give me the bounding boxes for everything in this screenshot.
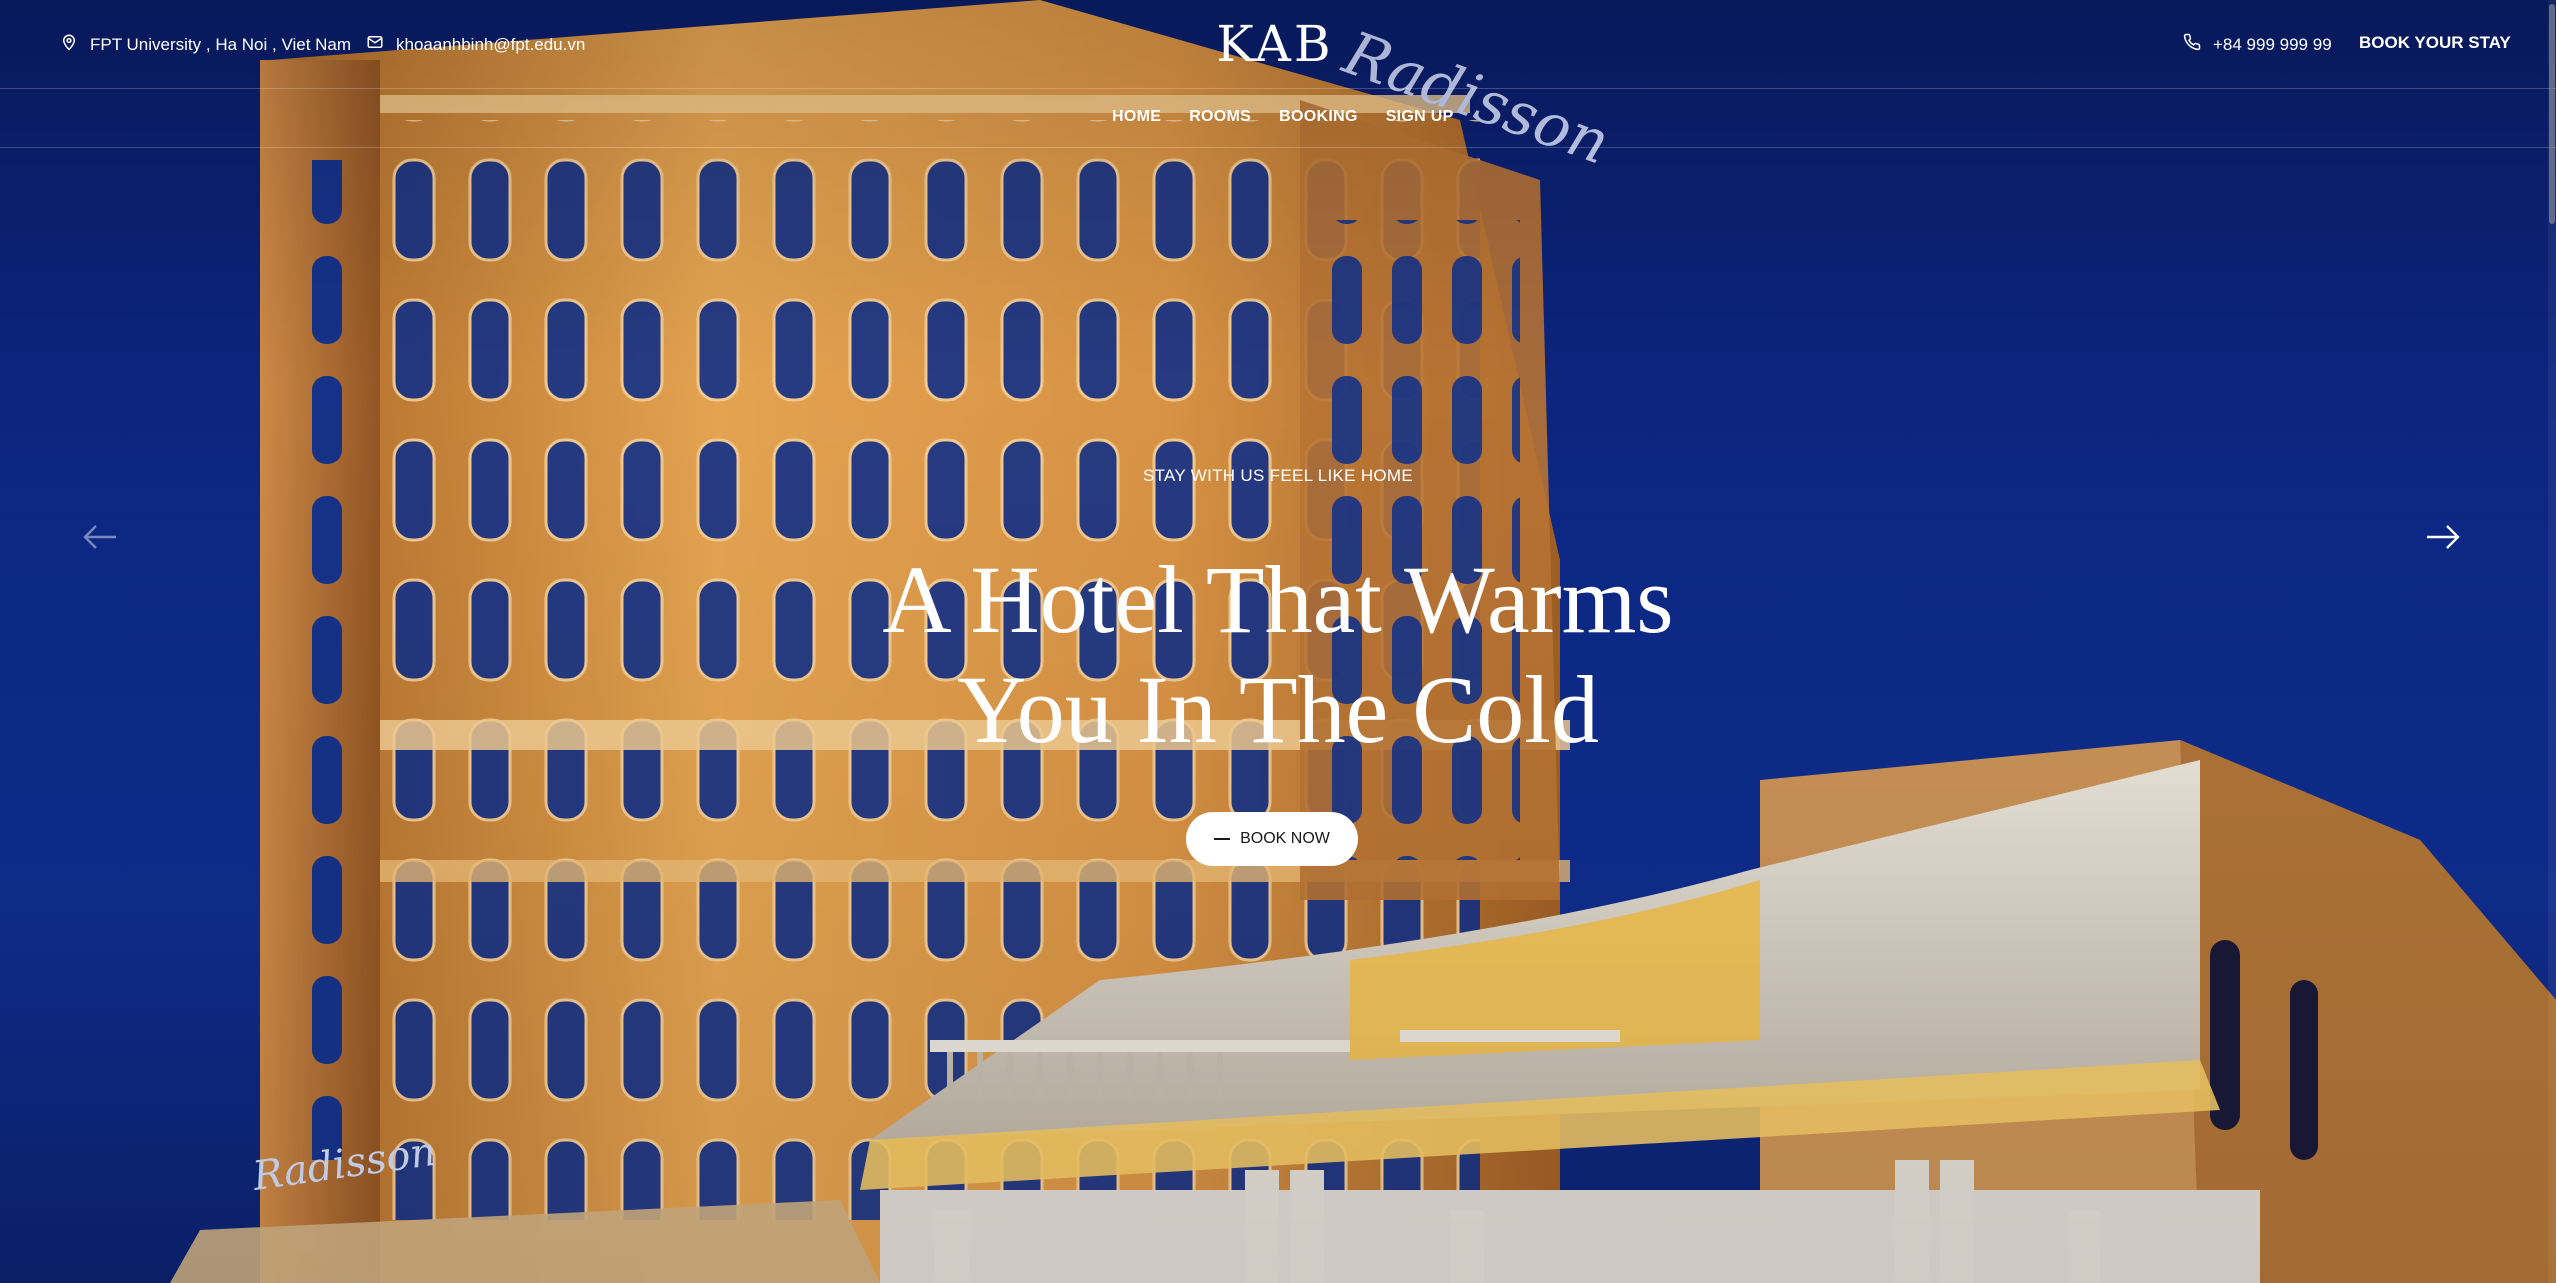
arrow-right-icon[interactable] bbox=[2425, 522, 2461, 552]
address-info: FPT University , Ha Noi , Viet Nam bbox=[60, 33, 351, 56]
site-logo[interactable]: KAB bbox=[1205, 14, 1345, 74]
email-text[interactable]: khoaanhbinh@fpt.edu.vn bbox=[396, 35, 585, 55]
phone-info[interactable]: +84 999 999 99 bbox=[2183, 33, 2332, 56]
main-nav: HOME ROOMS BOOKING SIGN UP bbox=[1112, 108, 1454, 126]
nav-item-rooms[interactable]: ROOMS bbox=[1189, 108, 1251, 126]
book-now-label: BOOK NOW bbox=[1240, 830, 1330, 847]
email-info[interactable]: khoaanhbinh@fpt.edu.vn bbox=[366, 33, 585, 56]
nav-item-home[interactable]: HOME bbox=[1112, 108, 1161, 126]
headline-line-2: You In The Cold bbox=[957, 656, 1599, 763]
dash-icon bbox=[1214, 838, 1231, 840]
address-text: FPT University , Ha Noi , Viet Nam bbox=[90, 34, 352, 54]
nav-item-sign-up[interactable]: SIGN UP bbox=[1386, 108, 1454, 126]
book-now-button[interactable]: BOOK NOW bbox=[1186, 812, 1358, 866]
hero-kicker: STAY WITH US FEEL LIKE HOME bbox=[1142, 466, 1414, 485]
top-bar: FPT University , Ha Noi , Viet Nam khoaa… bbox=[0, 0, 2556, 89]
phone-text[interactable]: +84 999 999 99 bbox=[2213, 35, 2332, 55]
phone-icon bbox=[2183, 33, 2201, 56]
hero-headline: A Hotel That Warms You In The Cold bbox=[778, 545, 1778, 765]
nav-bar: HOME ROOMS BOOKING SIGN UP bbox=[0, 89, 2556, 148]
book-your-stay-link[interactable]: BOOK YOUR STAY bbox=[2359, 33, 2511, 53]
arrow-left-icon[interactable] bbox=[82, 522, 118, 552]
headline-line-1: A Hotel That Warms bbox=[882, 546, 1674, 653]
mail-icon bbox=[366, 33, 384, 56]
nav-item-booking[interactable]: BOOKING bbox=[1279, 108, 1358, 126]
scrollbar-thumb[interactable] bbox=[2549, 4, 2555, 224]
page: Radisson قاعة الراديسون بلو bbox=[0, 0, 2556, 1283]
map-pin-icon bbox=[60, 33, 78, 56]
page-scrollbar[interactable] bbox=[2548, 0, 2556, 1283]
